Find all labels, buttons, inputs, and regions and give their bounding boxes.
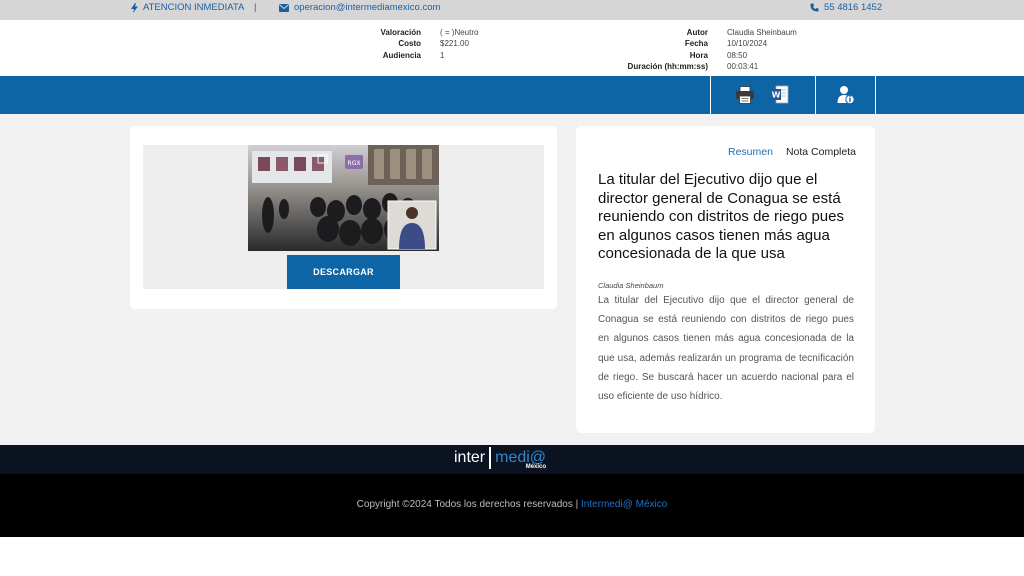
audiencia-label: Audiencia [382,51,421,60]
footer: Copyright ©2024 Todos los derechos reser… [0,474,1024,537]
costo-label: Costo [398,39,421,48]
word-export-button[interactable]: W [765,76,795,114]
press-conference-image: RGX [248,145,439,251]
phone-icon [810,3,819,12]
media-container: RGX DESCARGAR [143,145,544,289]
print-button[interactable] [730,76,760,114]
article-author: Claudia Sheinbaum [598,281,664,290]
alert-item[interactable]: ATENCION INMEDIATA [131,2,244,13]
tab-resumen[interactable]: Resumen [728,146,773,158]
autor-value: Claudia Sheinbaum [727,28,797,37]
fecha-value: 10/10/2024 [727,39,768,48]
main-content: RGX DESCARGAR Resumen Nota Completa La t… [0,114,1024,445]
action-toolbar: W [0,76,1024,114]
toolbar-divider [710,76,711,114]
duracion-value: 00:03:41 [727,62,759,71]
alert-label: ATENCION INMEDIATA [143,2,245,13]
valoracion-label: Valoración [380,28,421,37]
note-metadata: Valoración ( = )Neutro Costo $221.00 Aud… [0,20,1024,76]
hora-label: Hora [689,51,708,60]
hora-value: 08:50 [727,51,748,60]
logo-divider [489,447,492,469]
logo-media-group: medi@ México [495,447,547,470]
article-summary: La titular del Ejecutivo dijo que el dir… [598,295,854,403]
video-thumbnail[interactable]: RGX [248,145,439,251]
fecha-label: Fecha [684,39,708,48]
brand-link[interactable]: Intermedi@ México [581,499,667,510]
copyright-text: Copyright ©2024 Todos los derechos reser… [356,499,582,510]
email-text: operacion@intermediamexico.com [294,2,441,13]
autor-label: Autor [686,28,708,37]
svg-text:W: W [772,91,781,100]
email-link[interactable]: operacion@intermediamexico.com [279,2,440,13]
toolbar-divider [875,76,876,114]
article-tabs: Resumen Nota Completa [728,146,856,158]
article-card: Resumen Nota Completa La titular del Eje… [576,126,875,433]
printer-icon [736,86,754,104]
word-document-icon: W [771,85,789,104]
article-headline: La titular del Ejecutivo dijo que el dir… [598,171,844,262]
costo-value: $221.00 [440,39,469,48]
footer-logo-band: inter medi@ México [0,445,1024,474]
envelope-icon [279,3,289,12]
audiencia-value: 1 [440,51,445,60]
user-info-button[interactable] [833,76,859,114]
phone-link[interactable]: 55 4816 1452 [810,2,882,13]
phone-text: 55 4816 1452 [824,2,883,13]
toolbar-divider [815,76,816,114]
media-card: RGX DESCARGAR [130,126,557,309]
lightning-bolt-icon [131,2,138,13]
download-button[interactable]: DESCARGAR [287,255,400,289]
valoracion-value: ( = )Neutro [440,28,479,37]
user-info-icon [837,86,855,105]
topbar-separator: | [254,2,257,13]
top-contact-bar: ATENCION INMEDIATA | operacion@intermedi… [0,0,1024,20]
thumbnail-badge: RGX [348,160,361,167]
duracion-label: Duración (hh:mm:ss) [627,62,708,71]
logo-mexico-text: México [525,464,547,470]
intermedia-logo[interactable]: inter medi@ México [454,447,546,472]
logo-inter-text: inter [454,449,486,466]
tab-nota-completa[interactable]: Nota Completa [786,146,856,158]
copyright-line: Copyright ©2024 Todos los derechos reser… [0,499,1024,510]
